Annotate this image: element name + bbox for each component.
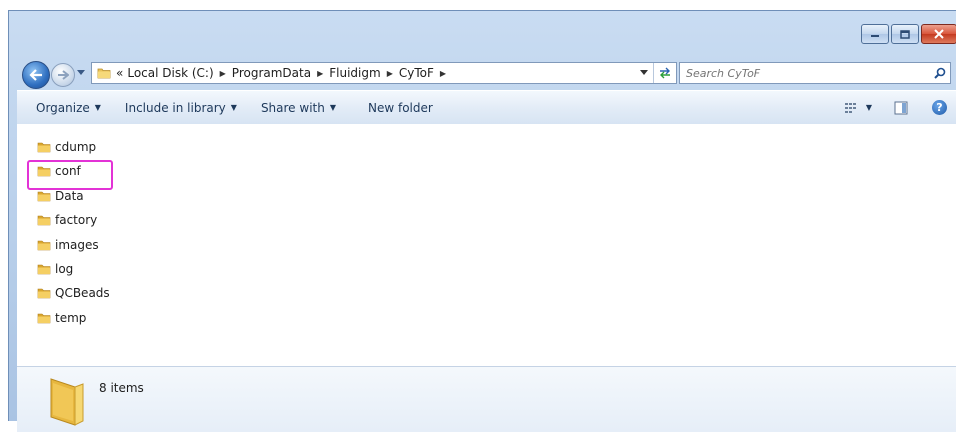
folder-name: log: [55, 262, 74, 276]
include-in-library-button[interactable]: Include in library ▼: [125, 101, 237, 115]
refresh-button[interactable]: [653, 63, 676, 83]
folder-icon: [97, 68, 111, 79]
change-view-button[interactable]: ▼: [844, 102, 872, 114]
breadcrumb-separator-icon[interactable]: ▶: [387, 69, 393, 78]
breadcrumb-separator-icon[interactable]: ▶: [317, 69, 323, 78]
refresh-icon: [660, 67, 670, 79]
new-folder-button[interactable]: New folder: [368, 101, 433, 115]
folder-icon: [37, 215, 51, 226]
folder-icon: [37, 142, 51, 153]
folder-item-temp[interactable]: temp: [37, 308, 86, 328]
folder-icon: [37, 191, 51, 202]
address-bar[interactable]: « Local Disk (C:) ▶ ProgramData ▶ Fluidigm…: [91, 62, 677, 84]
folder-name: cdump: [55, 140, 97, 154]
file-list: cdump conf Data factory images log QCBeads temp: [17, 124, 956, 366]
chevron-down-icon: ▼: [865, 103, 872, 112]
folder-item-data[interactable]: Data: [37, 186, 84, 206]
folder-item-factory[interactable]: factory: [37, 210, 97, 230]
breadcrumb-programdata[interactable]: ProgramData ▶: [232, 66, 329, 80]
folder-item-log[interactable]: log: [37, 259, 73, 279]
item-count: 8 items: [99, 381, 144, 395]
chevron-down-icon: ▼: [329, 103, 336, 112]
chevron-down-icon: ▼: [230, 103, 237, 112]
folder-name: conf: [55, 164, 81, 179]
folder-name: QCBeads: [55, 286, 110, 301]
folder-icon: [37, 264, 51, 275]
command-bar: Organize ▼ Include in library ▼ Share with…: [17, 90, 956, 125]
breadcrumb-separator-icon[interactable]: ▶: [220, 69, 226, 78]
organize-button[interactable]: Organize ▼: [36, 101, 101, 115]
chevron-down-icon: [77, 70, 85, 75]
address-history-dropdown[interactable]: [636, 63, 652, 83]
explorer-window: « Local Disk (C:) ▶ ProgramData ▶ Fluidigm…: [8, 10, 956, 432]
search-box[interactable]: [679, 62, 951, 84]
maximize-icon: [900, 29, 910, 39]
views-icon: [844, 102, 856, 113]
help-icon[interactable]: ?: [932, 100, 947, 115]
search-icon[interactable]: [930, 67, 950, 79]
breadcrumb-cytof[interactable]: CyToF ▶: [399, 66, 452, 80]
breadcrumb-separator-icon[interactable]: ▶: [440, 69, 446, 78]
breadcrumb-fluidigm[interactable]: Fluidigm ▶: [329, 66, 399, 80]
folder-name: factory: [55, 213, 98, 228]
folder-icon: [50, 378, 84, 426]
minimize-button[interactable]: [861, 24, 889, 44]
folder-icon: [37, 240, 51, 250]
folder-name: images: [55, 237, 99, 252]
share-with-button[interactable]: Share with ▼: [261, 101, 336, 115]
folder-item-conf[interactable]: conf: [37, 161, 81, 181]
forward-button[interactable]: [51, 63, 75, 87]
minimize-icon: [871, 35, 879, 37]
folder-icon: [37, 167, 51, 177]
maximize-button[interactable]: [891, 24, 919, 44]
folder-icon: [37, 313, 51, 324]
folder-item-images[interactable]: images: [37, 235, 99, 255]
breadcrumb-local-disk[interactable]: Local Disk (C:) ▶: [127, 66, 231, 80]
command-bar-right: ▼ ?: [844, 91, 947, 124]
preview-pane-button[interactable]: [894, 101, 908, 115]
folder-name: Data: [55, 188, 84, 203]
folder-item-cdump[interactable]: cdump: [37, 137, 96, 157]
folder-icon: [37, 289, 51, 299]
search-input[interactable]: [680, 64, 930, 82]
details-pane: 8 items: [17, 366, 956, 432]
navigation-row: « Local Disk (C:) ▶ ProgramData ▶ Fluidigm…: [17, 59, 956, 89]
close-button[interactable]: [921, 24, 956, 44]
folder-name: temp: [55, 310, 87, 325]
back-arrow-icon: [29, 69, 42, 81]
address-overflow[interactable]: «: [116, 66, 123, 80]
folder-item-qcbeads[interactable]: QCBeads: [37, 283, 110, 303]
back-button[interactable]: [22, 61, 50, 89]
chevron-down-icon: ▼: [94, 103, 101, 112]
close-icon: [934, 29, 944, 39]
recent-pages-button[interactable]: [75, 67, 87, 79]
preview-pane-icon: [894, 101, 908, 114]
chevron-down-icon: [640, 70, 648, 75]
caption-buttons: [861, 24, 956, 46]
forward-arrow-icon: [58, 70, 69, 80]
